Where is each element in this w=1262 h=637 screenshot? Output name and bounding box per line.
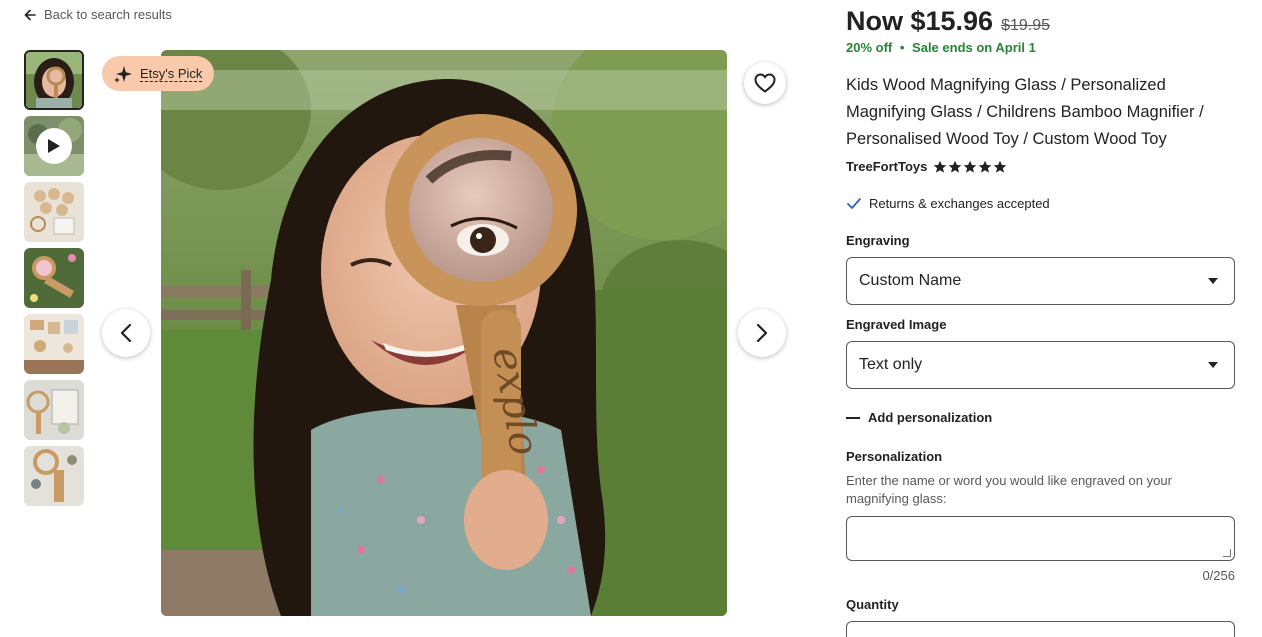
thumbnail-image	[24, 446, 84, 506]
product-title: Kids Wood Magnifying Glass / Personalize…	[846, 76, 1204, 148]
quantity-label: Quantity	[846, 597, 899, 612]
back-to-search-link[interactable]: Back to search results	[24, 7, 172, 22]
resize-handle-icon[interactable]	[1223, 549, 1231, 557]
minus-icon	[846, 416, 860, 419]
arrow-left-icon	[24, 9, 36, 20]
returns-info: Returns & exchanges accepted	[846, 196, 1050, 211]
thumbnail-4[interactable]	[24, 248, 84, 308]
engraving-label: Engraving	[846, 233, 910, 248]
play-icon	[48, 139, 60, 153]
shop-name-link[interactable]: TreeFortToys	[846, 159, 927, 174]
etsys-pick-badge[interactable]: Etsy's Pick	[102, 56, 215, 91]
thumbnail-1[interactable]	[24, 50, 84, 110]
personalization-textarea[interactable]	[846, 516, 1235, 561]
previous-image-button[interactable]	[102, 309, 150, 357]
star-icon	[949, 160, 962, 173]
main-product-image[interactable]: explo	[161, 50, 727, 616]
returns-text: Returns & exchanges accepted	[869, 196, 1050, 211]
thumbnail-3[interactable]	[24, 182, 84, 242]
engraving-selected-value: Custom Name	[859, 272, 962, 289]
thumbnail-strip	[24, 50, 84, 512]
next-image-button[interactable]	[738, 309, 786, 357]
engraved-image-selected-value: Text only	[859, 356, 923, 373]
etsys-pick-label: Etsy's Pick	[140, 65, 203, 82]
chevron-left-icon	[120, 323, 132, 343]
thumbnail-7[interactable]	[24, 446, 84, 506]
thumbnail-6[interactable]	[24, 380, 84, 440]
star-icon	[964, 160, 977, 173]
play-button[interactable]	[36, 128, 72, 164]
sale-info: 20% off • Sale ends on April 1	[846, 40, 1036, 55]
add-personalization-label: Add personalization	[868, 410, 993, 425]
original-price: $19.95	[1001, 17, 1051, 34]
thumbnail-image	[24, 380, 84, 440]
caret-down-icon	[1208, 278, 1218, 284]
discount-text: 20% off	[846, 40, 893, 55]
character-counter: 0/256	[1202, 568, 1235, 583]
star-icon	[979, 160, 992, 173]
favorite-button[interactable]	[744, 62, 786, 104]
rating-stars[interactable]	[933, 160, 1007, 174]
price-row: Now $15.96 $19.95	[846, 6, 1050, 37]
engraved-image-select[interactable]: Text only	[846, 341, 1235, 389]
thumbnail-5[interactable]	[24, 314, 84, 374]
thumbnail-image	[24, 314, 84, 374]
heart-icon	[754, 73, 776, 93]
caret-down-icon	[1208, 362, 1218, 368]
check-icon	[847, 197, 861, 209]
add-personalization-toggle[interactable]: Add personalization	[846, 410, 992, 425]
personalization-instructions: Enter the name or word you would like en…	[846, 473, 1172, 506]
engraving-select[interactable]: Custom Name	[846, 257, 1235, 305]
star-icon	[934, 160, 947, 173]
back-link-label: Back to search results	[44, 7, 172, 22]
engraved-image-label: Engraved Image	[846, 317, 947, 332]
thumbnail-image	[24, 182, 84, 242]
sale-price: Now $15.96	[846, 6, 994, 36]
sparkle-icon	[114, 65, 132, 83]
chevron-right-icon	[756, 323, 768, 343]
thumbnail-image	[24, 248, 84, 308]
personalization-label: Personalization	[846, 449, 943, 464]
sale-separator: •	[899, 40, 905, 55]
thumbnail-video[interactable]	[24, 116, 84, 176]
thumbnail-image	[26, 52, 82, 108]
sale-end-text: Sale ends on April 1	[912, 40, 1036, 55]
star-icon	[994, 160, 1007, 173]
quantity-select[interactable]	[846, 621, 1235, 637]
shop-row: TreeFortToys	[846, 159, 1007, 174]
product-photo: explo	[161, 50, 727, 616]
